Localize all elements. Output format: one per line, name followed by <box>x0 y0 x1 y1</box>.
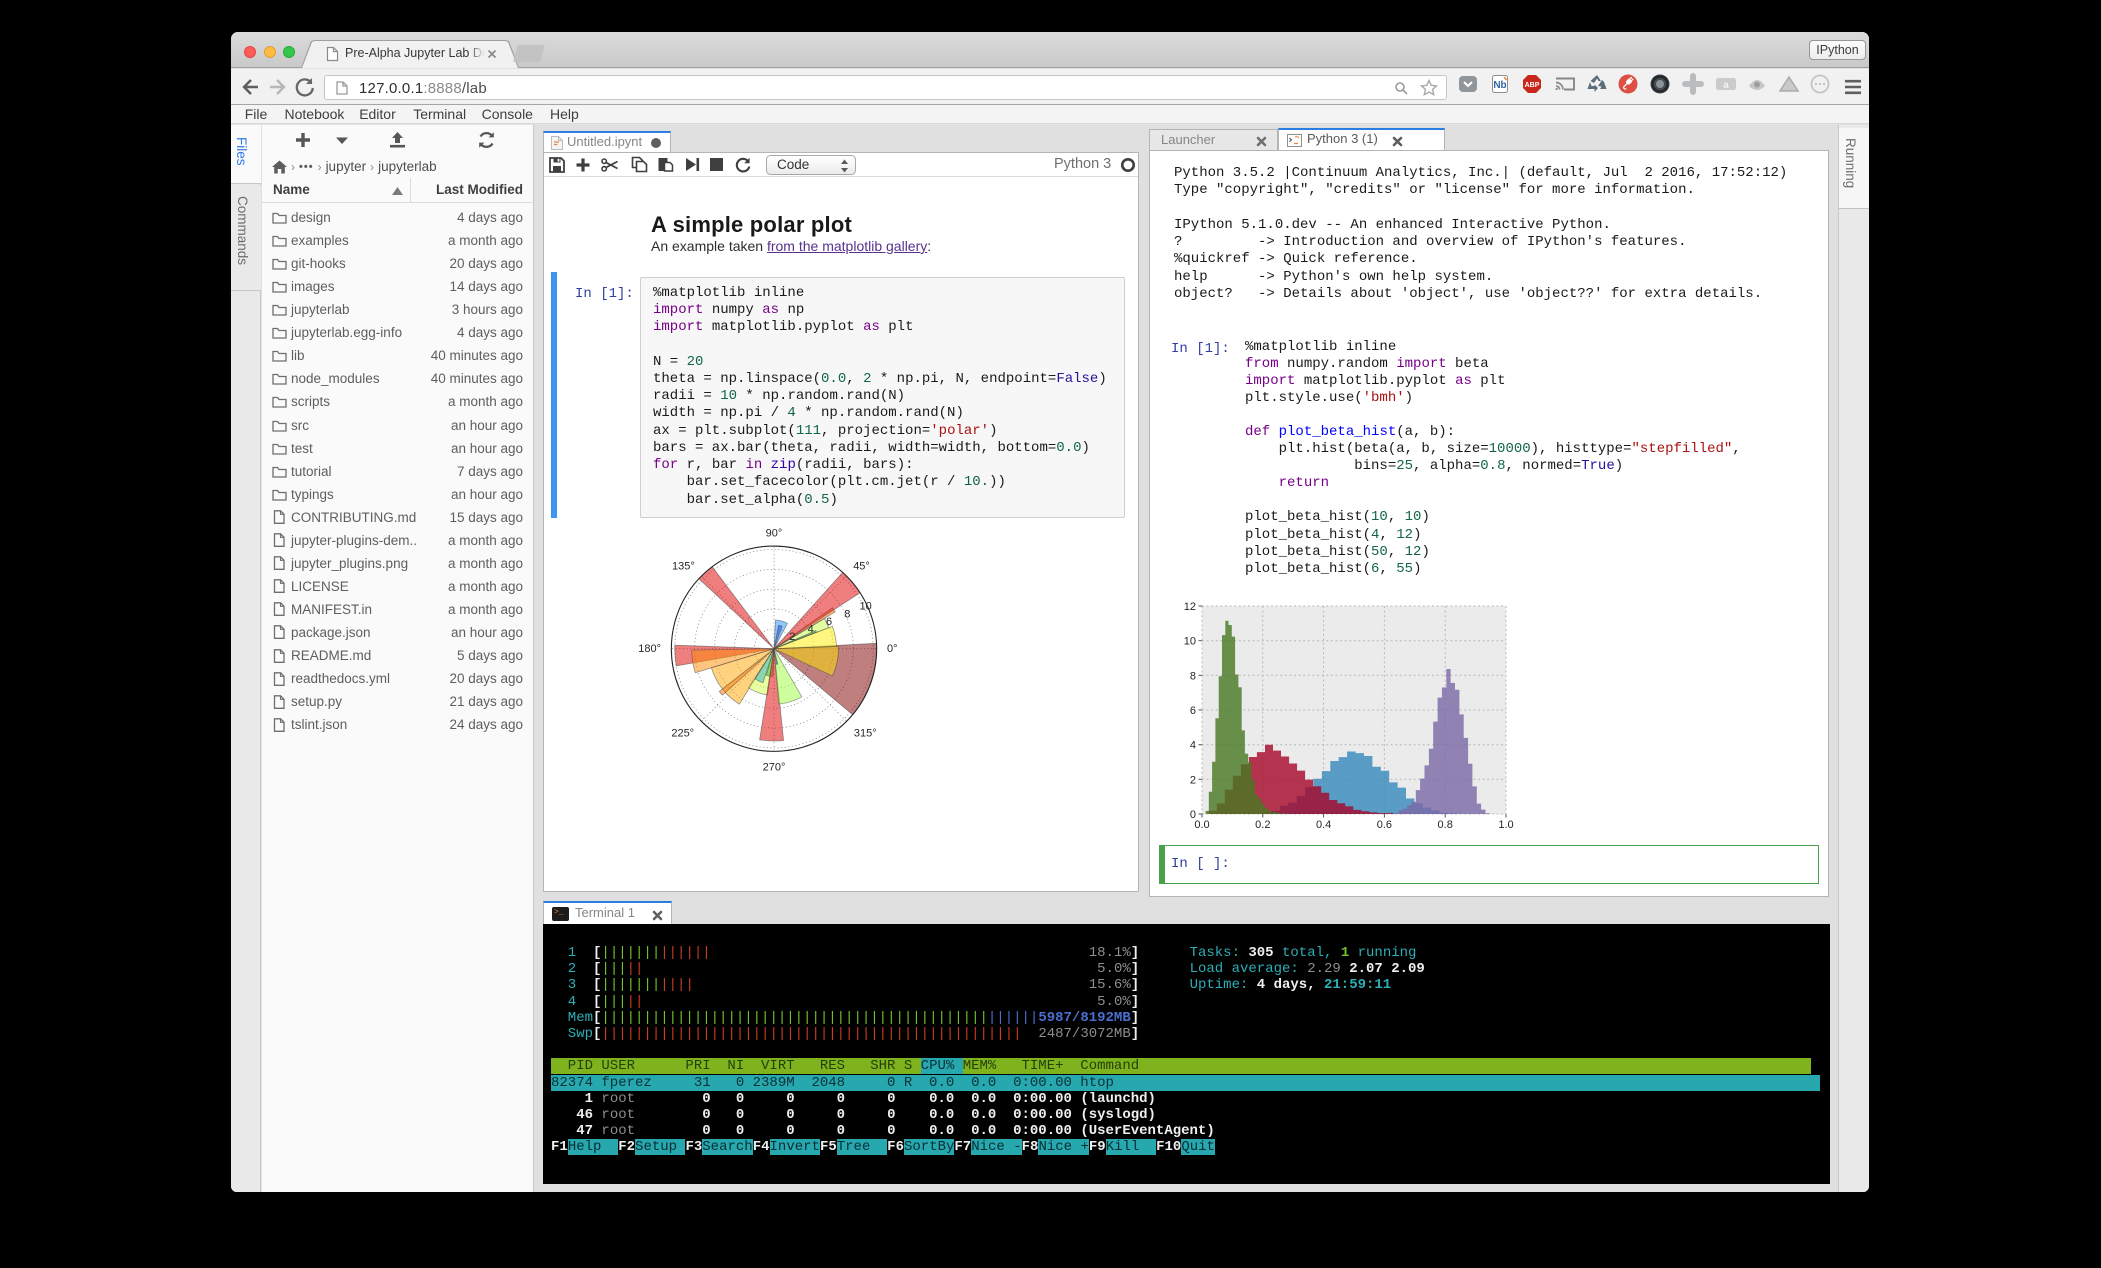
svg-text:0.8: 0.8 <box>1438 819 1453 831</box>
svg-text:0.6: 0.6 <box>1377 819 1392 831</box>
svg-text:135°: 135° <box>672 561 695 573</box>
svg-text:180°: 180° <box>638 643 661 655</box>
svg-text:4: 4 <box>1190 740 1196 752</box>
svg-text:0°: 0° <box>887 643 898 655</box>
svg-text:270°: 270° <box>763 762 786 774</box>
svg-text:Nb: Nb <box>1493 80 1506 91</box>
svg-text:45°: 45° <box>853 561 870 573</box>
svg-text:10: 10 <box>1184 636 1196 648</box>
svg-text:1.0: 1.0 <box>1498 819 1513 831</box>
svg-text:a: a <box>1723 80 1729 91</box>
svg-text:2: 2 <box>789 631 795 643</box>
svg-text:2: 2 <box>1190 774 1196 786</box>
svg-text:8: 8 <box>844 608 850 620</box>
svg-text:12: 12 <box>1184 601 1196 613</box>
svg-text:8: 8 <box>1190 670 1196 682</box>
svg-text:90°: 90° <box>766 528 783 540</box>
svg-text:225°: 225° <box>671 728 694 740</box>
svg-text:315°: 315° <box>854 728 877 740</box>
svg-text:6: 6 <box>1190 705 1196 717</box>
svg-text:6: 6 <box>826 616 832 628</box>
svg-text:0.2: 0.2 <box>1255 819 1270 831</box>
svg-text:0.0: 0.0 <box>1194 819 1209 831</box>
svg-text:4: 4 <box>808 624 814 636</box>
svg-text:0.4: 0.4 <box>1316 819 1331 831</box>
svg-text:ABP: ABP <box>1525 82 1540 89</box>
svg-text:10: 10 <box>859 601 871 613</box>
